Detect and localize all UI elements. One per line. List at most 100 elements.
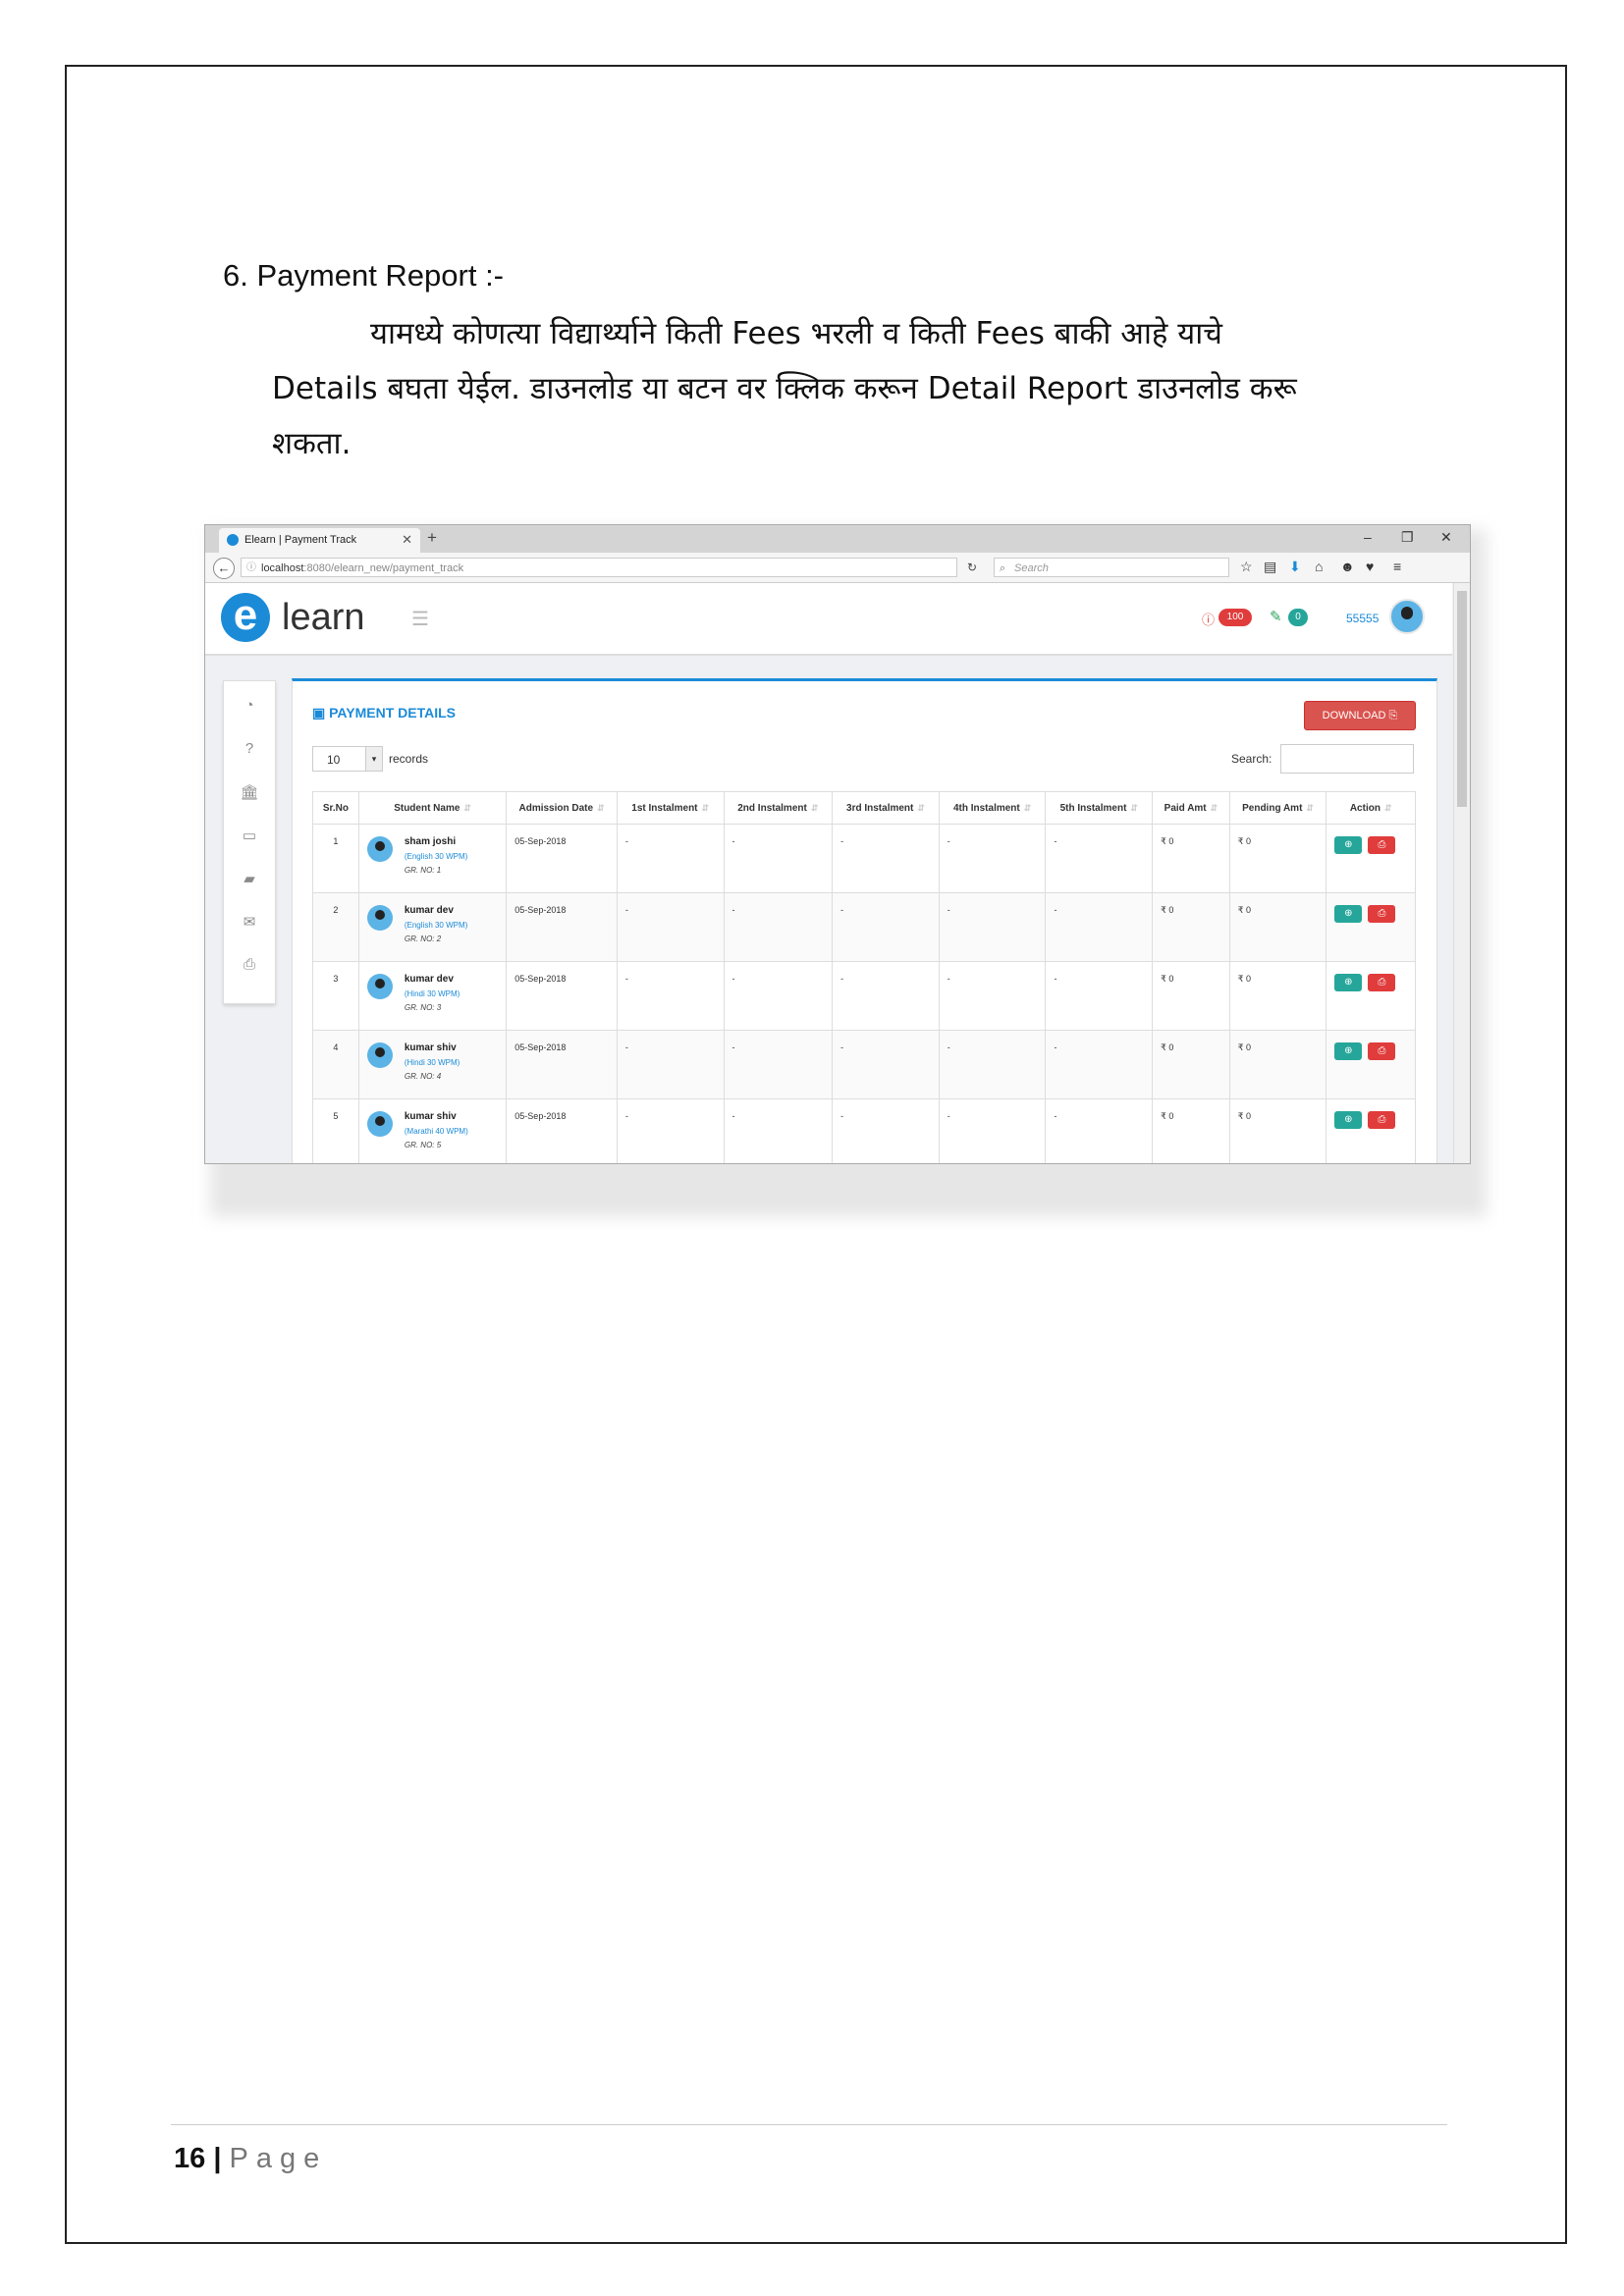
instalment-3-cell: - xyxy=(832,1030,940,1099)
view-button[interactable]: ⊕ xyxy=(1334,1111,1363,1129)
view-button[interactable]: ⊕ xyxy=(1334,905,1363,923)
print-button[interactable]: ⎙ xyxy=(1368,905,1396,923)
print-button[interactable]: ⎙ xyxy=(1368,1042,1396,1060)
print-button[interactable]: ⎙ xyxy=(1368,974,1396,991)
book-icon[interactable]: ▰ xyxy=(224,870,275,887)
paid-amt-cell: ₹ 0 xyxy=(1152,1030,1230,1099)
table-header-row: Sr.No Student Name ⇵ Admission Date ⇵ 1st … xyxy=(312,791,1416,825)
sort-icon: ⇵ xyxy=(1383,802,1392,813)
paragraph-line-2: Details बघता येईल. डाउनलोड या बटन वर क्ल… xyxy=(272,371,1297,406)
student-avatar xyxy=(366,974,393,999)
browser-tabbar: Elearn | Payment Track ✕ + – ❐ ✕ xyxy=(205,525,1470,553)
pencil-icon[interactable]: ✎ xyxy=(1270,608,1282,625)
bookmark-star-icon[interactable]: ☆ xyxy=(1240,559,1253,575)
institution-icon[interactable]: 🏛 xyxy=(224,783,275,801)
view-button[interactable]: ⊕ xyxy=(1334,1042,1363,1060)
table-row: 5 kumar shiv (Marathi 40 WPM) GR. NO: 5 05-S… xyxy=(312,1098,1416,1163)
dashboard-icon[interactable]: ◔ xyxy=(224,697,275,714)
column-header[interactable]: Pending Amt ⇵ xyxy=(1228,791,1327,825)
edit-badge[interactable]: 0 xyxy=(1288,609,1308,626)
clipboard-icon[interactable]: ▤ xyxy=(1264,559,1276,575)
instalment-2-cell: - xyxy=(723,1030,834,1099)
hamburger-icon[interactable]: ☰ xyxy=(411,607,429,631)
student-name[interactable]: kumar shiv xyxy=(405,1042,505,1053)
column-header[interactable]: 1st Instalment ⇵ xyxy=(616,791,725,825)
column-header[interactable]: Paid Amt ⇵ xyxy=(1152,791,1230,825)
search-icon: ⌕ xyxy=(1000,562,1006,574)
column-header[interactable]: 4th Instalment ⇵ xyxy=(938,791,1047,825)
download-label: DOWNLOAD xyxy=(1322,710,1386,721)
column-header[interactable]: Admission Date ⇵ xyxy=(506,791,618,825)
student-name[interactable]: kumar dev xyxy=(405,974,505,985)
student-cell: kumar dev (English 30 WPM) GR. NO: 2 xyxy=(357,892,508,962)
column-header[interactable]: 3rd Instalment ⇵ xyxy=(832,791,940,825)
student-name[interactable]: sham joshi xyxy=(405,836,505,847)
sort-icon: ⇵ xyxy=(1130,802,1138,813)
action-cell: ⊕ ⎙ xyxy=(1326,961,1416,1031)
view-button[interactable]: ⊕ xyxy=(1334,974,1363,991)
sr-no-cell: 1 xyxy=(312,824,359,893)
instalment-5-cell: - xyxy=(1045,892,1154,962)
close-tab-icon[interactable]: ✕ xyxy=(402,532,412,548)
student-name[interactable]: kumar shiv xyxy=(405,1111,505,1122)
download-arrow-icon[interactable]: ⬇ xyxy=(1289,559,1301,575)
sort-icon: ⇵ xyxy=(917,802,925,813)
admission-date-cell: 05-Sep-2018 xyxy=(506,961,618,1031)
section-heading: 6. Payment Report :- xyxy=(223,258,505,293)
address-bar[interactable]: ⓘ localhost:8080/elearn_new/payment_trac… xyxy=(241,558,957,577)
reload-icon[interactable]: ↻ xyxy=(967,561,977,574)
column-header[interactable]: 5th Instalment ⇵ xyxy=(1045,791,1154,825)
envelope-icon[interactable]: ✉ xyxy=(224,913,275,931)
student-cell: kumar dev (Hindi 30 WPM) GR. NO: 3 xyxy=(357,961,508,1031)
student-name[interactable]: kumar dev xyxy=(405,905,505,916)
print-button[interactable]: ⎙ xyxy=(1368,836,1396,854)
table-search-input[interactable] xyxy=(1280,744,1414,774)
sort-icon: ⇵ xyxy=(1306,802,1314,813)
new-tab-icon[interactable]: + xyxy=(427,528,437,548)
footer-divider xyxy=(171,2124,1447,2125)
restore-icon[interactable]: ❐ xyxy=(1401,529,1414,546)
page-length-select[interactable]: 10 ▾ xyxy=(312,746,383,772)
face-icon[interactable]: ☻ xyxy=(1340,559,1355,574)
user-avatar[interactable] xyxy=(1389,599,1425,634)
instalment-1-cell: - xyxy=(616,961,725,1031)
browser-tab[interactable]: Elearn | Payment Track ✕ xyxy=(219,528,420,553)
page-scrollbar[interactable] xyxy=(1453,583,1470,1163)
pdf-icon: ⎘ xyxy=(1388,710,1398,721)
help-icon[interactable]: ? xyxy=(224,740,275,757)
instalment-1-cell: - xyxy=(616,824,725,893)
view-button[interactable]: ⊕ xyxy=(1334,836,1363,854)
sr-no-cell: 5 xyxy=(312,1098,359,1163)
instalment-4-cell: - xyxy=(938,824,1047,893)
page-word: Page xyxy=(229,2143,328,2174)
table-row: 4 kumar shiv (Hindi 30 WPM) GR. NO: 4 05-Sep… xyxy=(312,1030,1416,1099)
print-icon[interactable]: ⎙ xyxy=(224,956,275,973)
scrollbar-thumb[interactable] xyxy=(1457,591,1467,807)
pending-amt-cell: ₹ 0 xyxy=(1228,961,1327,1031)
column-header[interactable]: Sr.No xyxy=(312,791,359,825)
student-avatar xyxy=(366,905,393,931)
records-label: records xyxy=(389,752,429,766)
window-close-icon[interactable]: ✕ xyxy=(1440,529,1452,546)
back-icon[interactable]: ← xyxy=(213,558,235,579)
home-icon[interactable]: ⌂ xyxy=(1315,559,1323,574)
download-button[interactable]: DOWNLOAD ⎘ xyxy=(1304,701,1416,730)
card-icon[interactable]: ▭ xyxy=(224,827,275,844)
menu-icon[interactable]: ≡ xyxy=(1393,559,1401,574)
pocket-icon[interactable]: ♥ xyxy=(1366,559,1374,574)
sr-no-cell: 4 xyxy=(312,1030,359,1099)
user-code[interactable]: 55555 xyxy=(1346,612,1379,625)
print-button[interactable]: ⎙ xyxy=(1368,1111,1396,1129)
alert-icon[interactable]: ⓘ xyxy=(1202,610,1215,628)
column-header[interactable]: 2nd Instalment ⇵ xyxy=(723,791,834,825)
sort-icon: ⇵ xyxy=(463,802,471,813)
paid-amt-cell: ₹ 0 xyxy=(1152,824,1230,893)
student-course: (Marathi 40 WPM) xyxy=(404,1127,468,1136)
column-header[interactable]: Student Name ⇵ xyxy=(357,791,508,825)
sidebar: ◔ ? 🏛 ▭ ▰ ✉ ⎙ xyxy=(223,680,276,1004)
pending-amt-cell: ₹ 0 xyxy=(1228,1098,1327,1163)
browser-search-input[interactable]: ⌕ Search xyxy=(994,558,1229,577)
notification-badge[interactable]: 100 xyxy=(1218,609,1252,626)
minimize-icon[interactable]: – xyxy=(1364,529,1372,545)
column-header[interactable]: Action ⇵ xyxy=(1326,791,1416,825)
